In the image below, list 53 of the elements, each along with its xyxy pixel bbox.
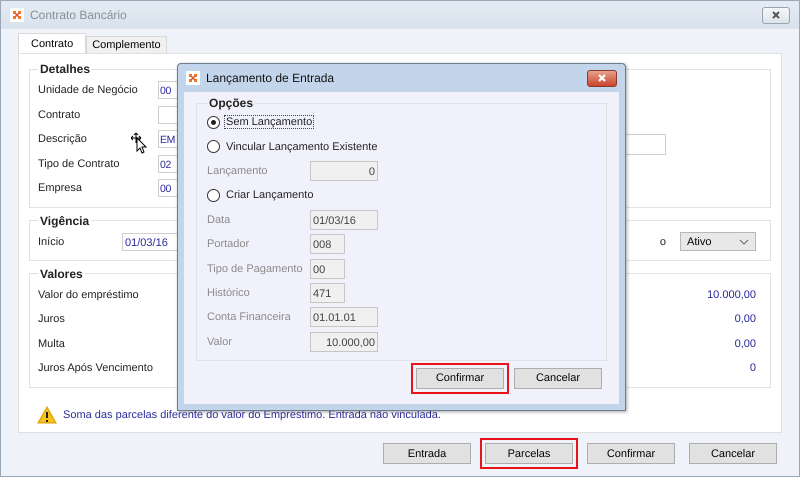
- field-label: Tipo de Contrato: [38, 158, 120, 170]
- action-button[interactable]: Entrada: [383, 443, 471, 464]
- action-button[interactable]: Confirmar: [587, 443, 675, 464]
- group-title: Detalhes: [39, 62, 92, 76]
- field-label: Valor: [207, 336, 233, 348]
- app-icon: [186, 71, 200, 85]
- warning-message: Soma das parcelas diferente do valor do Empréstimo. Entrada não vinculada.: [63, 408, 441, 420]
- radio-label[interactable]: Vincular Lançamento Existente: [224, 140, 380, 154]
- amount-value: 0: [750, 362, 757, 374]
- field-label: Lançamento: [207, 164, 269, 177]
- radio-button[interactable]: [207, 188, 220, 202]
- action-button[interactable]: Confirmar: [416, 368, 504, 389]
- field-label: Empresa: [38, 182, 82, 194]
- radio-button[interactable]: [207, 116, 220, 129]
- window-title: Contrato Bancário: [30, 8, 127, 22]
- action-button[interactable]: Parcelas: [485, 443, 573, 464]
- field-label: Juros: [38, 313, 66, 326]
- field-label: Portador: [207, 238, 250, 250]
- field-label: Início: [38, 236, 66, 248]
- chevron-down-icon: [739, 238, 749, 244]
- status-dropdown[interactable]: Ativo: [680, 232, 756, 251]
- amount-value: 0,00: [734, 338, 757, 350]
- field-label: Multa: [38, 338, 66, 350]
- field-label: Juros Após Vencimento: [38, 362, 154, 374]
- group-title: Opções: [208, 96, 254, 110]
- field-label: Descrição: [38, 133, 87, 146]
- field-label: Unidade de Negócio: [38, 84, 138, 96]
- move-cursor-icon: [131, 132, 147, 154]
- field-label: Histórico: [207, 286, 251, 299]
- action-button[interactable]: Cancelar: [689, 443, 777, 464]
- field-label: Data: [207, 214, 232, 226]
- field-label: Contrato: [38, 108, 80, 121]
- amount-value: 10.000,00: [707, 288, 757, 301]
- close-button[interactable]: [762, 6, 790, 24]
- radio-label[interactable]: Sem Lançamento: [224, 115, 314, 130]
- app-icon: [10, 8, 24, 22]
- amount-value: 0,00: [734, 313, 757, 326]
- action-button[interactable]: Cancelar: [514, 368, 602, 389]
- close-icon: [597, 73, 607, 83]
- close-icon: [771, 10, 781, 20]
- field-label: Conta Financeira: [207, 311, 292, 324]
- warning-icon: [37, 406, 57, 424]
- group-title: Valores: [39, 266, 84, 280]
- tab[interactable]: Contrato: [18, 33, 86, 53]
- close-button[interactable]: [587, 70, 617, 86]
- radio-button[interactable]: [207, 140, 220, 154]
- group-title: Vigência: [39, 214, 90, 228]
- tab[interactable]: Complemento: [86, 36, 167, 53]
- field-label: Tipo de Pagamento: [207, 262, 304, 275]
- field-label: o: [660, 236, 666, 248]
- radio-label[interactable]: Criar Lançamento: [224, 188, 316, 202]
- field-label: Valor do empréstimo: [38, 288, 140, 301]
- dialog-title: Lançamento de Entrada: [206, 71, 334, 85]
